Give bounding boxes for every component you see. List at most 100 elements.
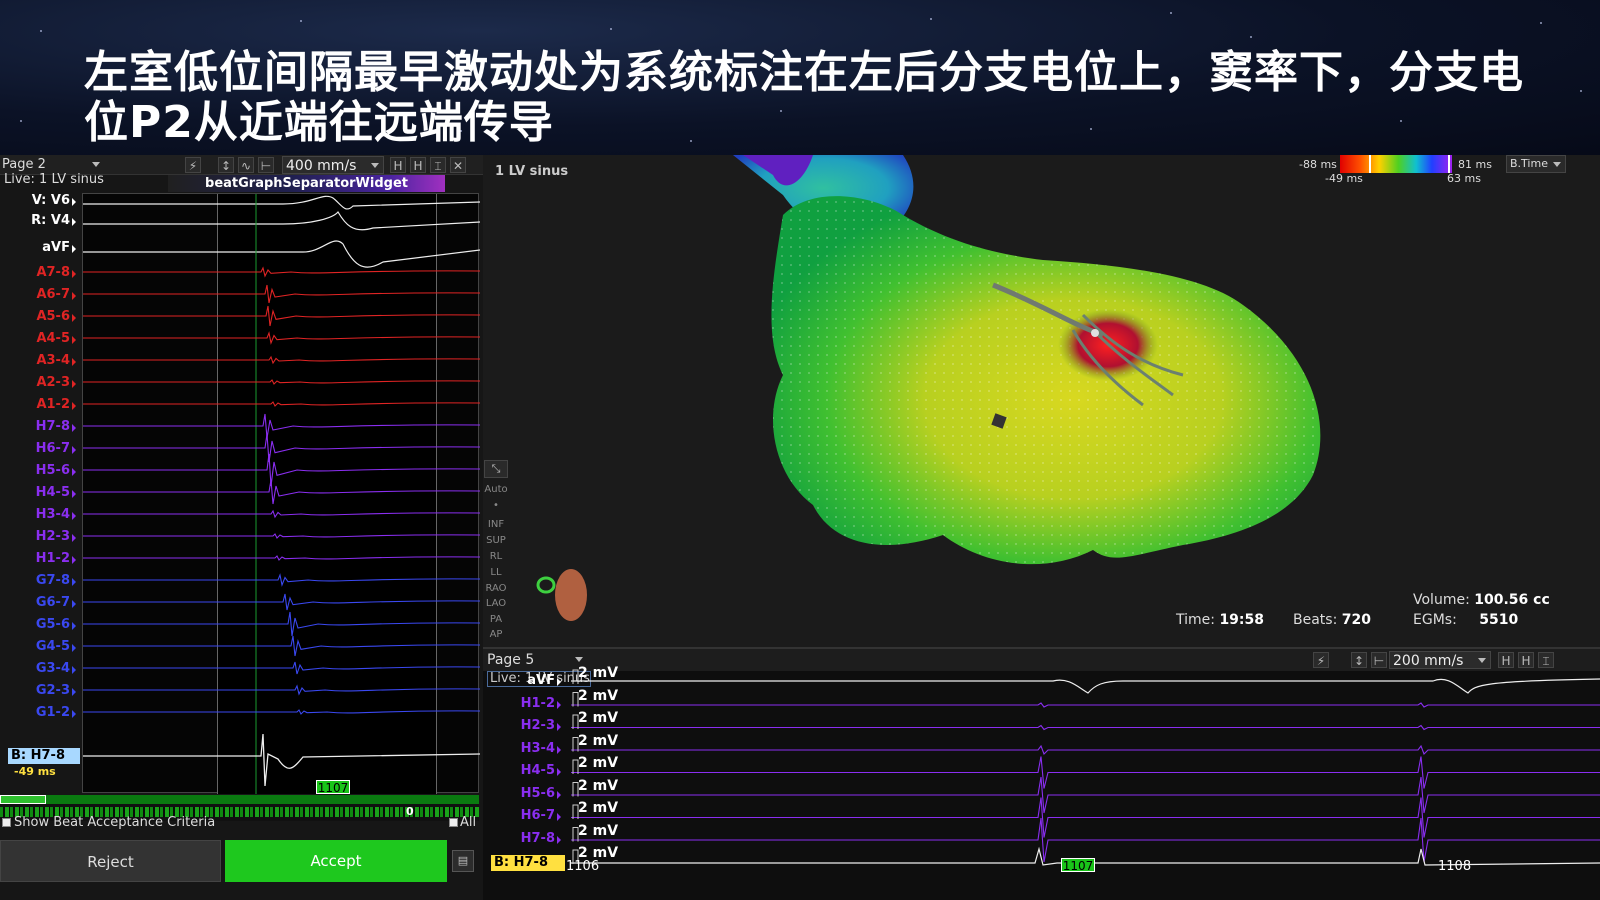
view-auto[interactable]: Auto [483,484,509,495]
gain-label: 2 mV [578,755,619,771]
egm-trace-0-2 [83,305,480,327]
channel-label-a-6[interactable]: A1-2 [0,397,78,412]
left-toolbar-icons: ⚡ [185,157,201,173]
beat-number-tag: 1107 [316,780,350,795]
channel-label-g-0[interactable]: G7-8 [0,573,78,588]
view-ll[interactable]: LL [483,567,509,578]
beat-tick-right: 1108 [1438,859,1472,874]
view-sup[interactable]: SUP [483,535,509,546]
all-checkbox[interactable]: All [449,815,476,830]
zoom-h-icon[interactable]: H [390,157,406,173]
bottom-channel-label-3[interactable]: H3-4 [483,741,563,756]
3d-map-view[interactable]: 1 LV sinus -88 ms -49 ms 81 ms 63 ms B.T… [483,155,1600,647]
wave-icon[interactable]: ∿ [238,157,254,173]
bottom-egm-h-6 [571,817,1600,863]
egm-panel-bottom: Page 5 ⚡ ↕ ⊢ 200 mm/s H H ⌶ Live: 1 LV s… [483,647,1600,900]
bottom-channel-label-1[interactable]: H1-2 [483,696,563,711]
scale-max-marker[interactable] [1448,155,1450,173]
channel-label-h-2[interactable]: H5-6 [0,463,78,478]
bottom-egm-h-3 [571,756,1600,789]
channel-label-a-4[interactable]: A3-4 [0,353,78,368]
page-select[interactable]: Page 2 [2,156,102,173]
channel-label-a-1[interactable]: A6-7 [0,287,78,302]
egm-trace-2-3 [83,635,480,657]
view-dot-icon[interactable]: • [483,500,509,511]
bottom-channel-label-0[interactable]: aVF [483,673,563,688]
bottom-channel-label-7[interactable]: H7-8 [483,831,563,846]
caliper-icon[interactable]: ↕ [218,157,234,173]
channel-label-g-3[interactable]: G4-5 [0,639,78,654]
channel-label-a-0[interactable]: A7-8 [0,265,78,280]
egm-trace-area[interactable] [82,193,480,794]
channel-label-v6[interactable]: V: V6 [0,193,78,208]
channel-label-h-1[interactable]: H6-7 [0,441,78,456]
bottom-channel-label-6[interactable]: H6-7 [483,808,563,823]
view-rao[interactable]: RAO [483,583,509,594]
accept-button[interactable]: Accept [225,840,447,882]
beat-graph-separator-widget[interactable]: beatGraphSeparatorWidget [168,175,445,192]
channel-label-g-4[interactable]: G3-4 [0,661,78,676]
activation-map[interactable] [483,155,1600,647]
scale-min-marker[interactable] [1369,155,1371,173]
fit-icon[interactable]: ⌶ [430,157,446,173]
ecg-trace-avf [83,240,480,268]
options-icon[interactable]: ▤ [452,850,474,872]
egm-trace-1-2 [83,453,480,487]
channel-label-v4[interactable]: R: V4 [0,213,78,228]
egm-trace-2-2 [83,611,480,637]
view-pa[interactable]: PA [483,614,509,625]
egm-trace-2-0 [83,573,480,587]
beats-stat: Beats: 720 [1293,612,1371,628]
view-rl[interactable]: RL [483,551,509,562]
channel-label-h-3[interactable]: H4-5 [0,485,78,500]
measure-icon[interactable]: ⊢ [258,157,274,173]
reject-button[interactable]: Reject [0,840,221,882]
egm-trace-0-4 [83,355,480,365]
reference-channel-label-bottom[interactable]: B: H7-8 [491,855,565,871]
activation-color-scale[interactable] [1340,155,1452,173]
bottom-egm-h-1 [571,724,1600,731]
egm-trace-0-5 [83,379,480,385]
view-inf[interactable]: INF [483,519,509,530]
scale-max-bottom: 63 ms [1447,172,1481,185]
channel-label-h-4[interactable]: H3-4 [0,507,78,522]
zoom-h-alt-icon[interactable]: H [410,157,426,173]
bottom-channel-label-4[interactable]: H4-5 [483,763,563,778]
bottom-channel-label-5[interactable]: H5-6 [483,786,563,801]
egm-traces [83,194,480,794]
channel-label-h-6[interactable]: H1-2 [0,551,78,566]
beat-timeline-strip [0,795,479,804]
beat-timeline-selection[interactable] [0,795,46,804]
channel-label-g-5[interactable]: G2-3 [0,683,78,698]
view-tool-icon[interactable]: ⤡ [484,460,508,478]
channel-label-h-5[interactable]: H2-3 [0,529,78,544]
channel-label-g-6[interactable]: G1-2 [0,705,78,720]
beats-label: Beats: [1293,612,1338,628]
beat-tick-left: 1106 [566,859,600,874]
show-criteria-checkbox[interactable]: Show Beat Acceptance Criteria [2,815,215,830]
view-ap[interactable]: AP [483,629,509,640]
signal-tool-icon[interactable]: ⚡ [185,157,201,173]
reset-icon[interactable]: ✕ [450,157,466,173]
sweep-speed-value: 400 mm/s [286,158,357,174]
channel-label-h-0[interactable]: H7-8 [0,419,78,434]
map-mode-select[interactable]: B.Time [1506,155,1566,173]
channel-label-a-3[interactable]: A4-5 [0,331,78,346]
page-select-label: Page 2 [2,157,46,172]
channel-label-g-2[interactable]: G5-6 [0,617,78,632]
left-toolbar-icons-3: H H ⌶ ✕ [390,157,466,173]
channel-label-avf[interactable]: aVF [0,240,78,255]
egm-panel-left: Page 2 ⚡ ↕ ∿ ⊢ 400 mm/s H H ⌶ ✕ Live: 1 … [0,155,483,900]
view-lao[interactable]: LAO [483,598,509,609]
time-stat: Time: 19:58 [1176,612,1264,628]
channel-label-g-1[interactable]: G6-7 [0,595,78,610]
egms-label: EGMs: [1413,612,1457,628]
reference-channel-label[interactable]: B: H7-8 [8,748,80,764]
channel-label-a-5[interactable]: A2-3 [0,375,78,390]
title-banner: 左室低位间隔最早激动处为系统标注在左后分支电位上，窦率下，分支电位P2从近端往远… [0,0,1600,155]
orientation-model[interactable] [555,569,587,621]
channel-label-a-2[interactable]: A5-6 [0,309,78,324]
sweep-speed-select[interactable]: 400 mm/s [282,156,384,174]
bottom-channel-label-2[interactable]: H2-3 [483,718,563,733]
egm-trace-1-6 [83,555,480,561]
